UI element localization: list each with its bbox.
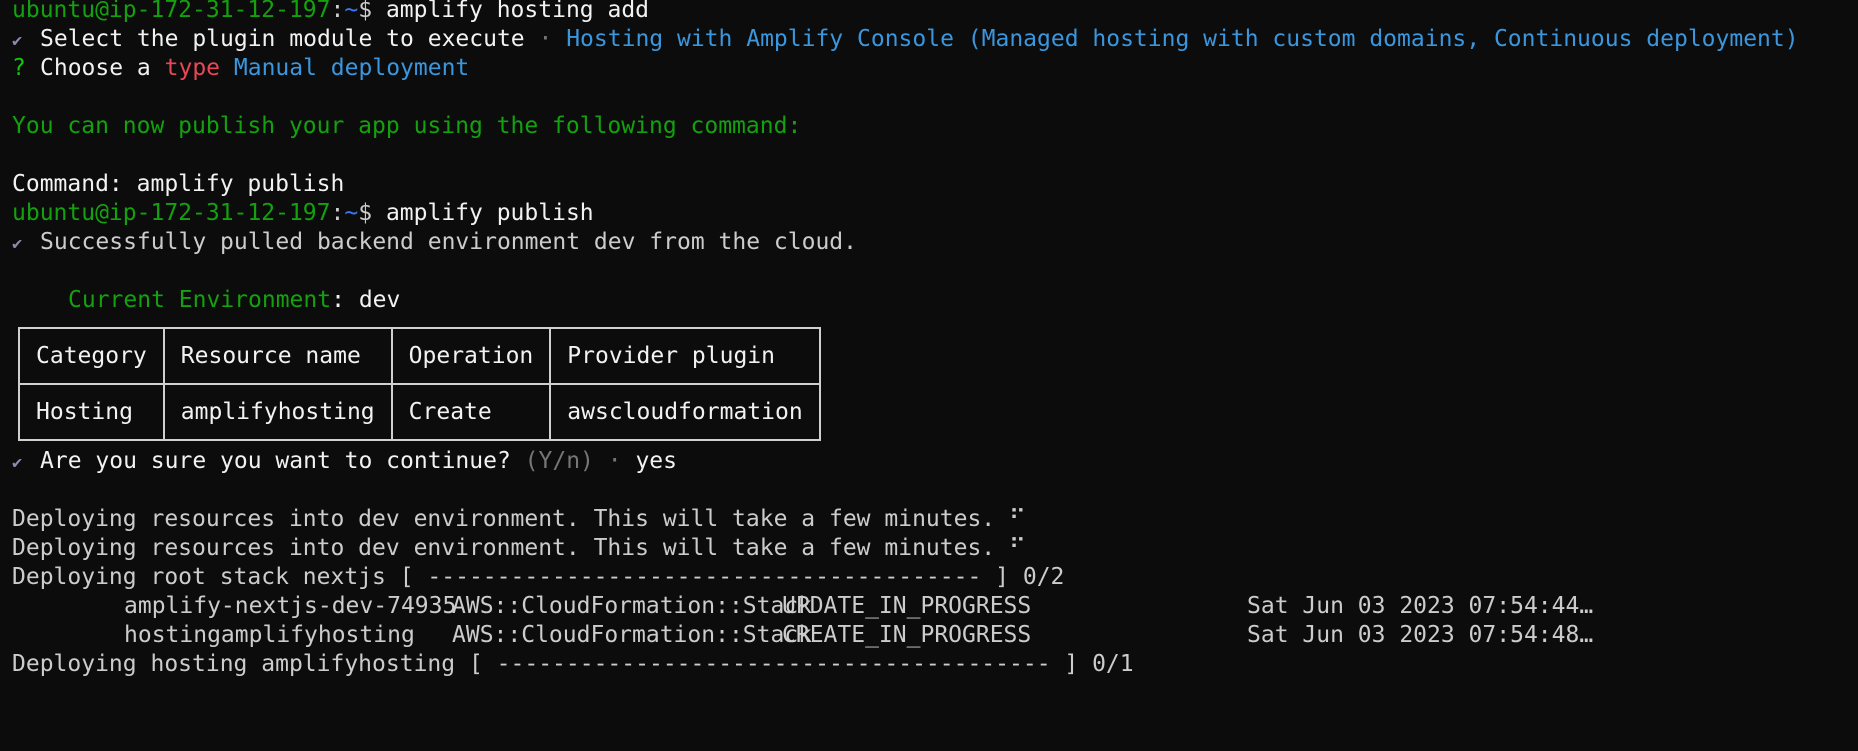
table-row: Hosting amplifyhosting Create awscloudfo… xyxy=(18,383,821,441)
stack-type: AWS::CloudFormation::Stack xyxy=(452,622,813,648)
current-env-label: Current Environment xyxy=(68,287,332,313)
table-header-cell: Resource name xyxy=(162,327,393,385)
table-cell: Create xyxy=(390,383,552,441)
question-icon: ? xyxy=(12,55,26,81)
prompt-separator: : xyxy=(330,200,345,226)
dot-separator: · xyxy=(593,448,636,474)
terminal-window[interactable]: ubuntu@ip-172-31-12-197:~$ amplify hosti… xyxy=(12,0,1848,751)
prompt-line-2: ubuntu@ip-172-31-12-197:~$ amplify publi… xyxy=(12,199,1848,228)
prompt-dollar: $ xyxy=(358,0,373,23)
stack-time: Sat Jun 03 2023 07:54:48… xyxy=(1247,622,1594,648)
check-icon: ✔ xyxy=(12,234,23,254)
command-text: amplify publish xyxy=(385,200,594,226)
hosting-progress: Deploying hosting amplifyhosting [ -----… xyxy=(12,651,1134,677)
check-icon: ✔ xyxy=(12,31,23,51)
table-header-cell: Provider plugin xyxy=(549,327,821,385)
table-cell: Hosting xyxy=(18,383,165,441)
stack-row: hostingamplifyhosting AWS::CloudFormatio… xyxy=(12,621,1848,650)
publish-hint: You can now publish your app using the f… xyxy=(12,113,802,139)
confirm-hint: (Y/n) xyxy=(510,448,594,474)
confirm-question: Are you sure you want to continue? xyxy=(40,448,511,474)
choose-type-word: type xyxy=(164,55,221,81)
stack-name: amplify-nextjs-dev-74935 xyxy=(124,593,457,619)
stack-name: hostingamplifyhosting xyxy=(124,622,415,648)
stack-status: UPDATE_IN_PROGRESS xyxy=(782,593,1032,619)
select-plugin-value: Hosting with Amplify Console (Managed ho… xyxy=(566,26,1799,52)
select-plugin-line: ✔ Select the plugin module to execute · H… xyxy=(12,25,1848,54)
choose-type-line: ? Choose a type Manual deployment xyxy=(12,54,1848,83)
table-header-cell: Operation xyxy=(390,327,552,385)
command-hint-line: Command: amplify publish xyxy=(12,171,345,197)
confirm-line: ✔ Are you sure you want to continue? (Y/n… xyxy=(12,447,1848,476)
check-icon: ✔ xyxy=(12,453,23,473)
deploying-message: Deploying resources into dev environment… xyxy=(12,535,1026,561)
choose-type-value: Manual deployment xyxy=(233,55,470,81)
root-stack-progress: Deploying root stack nextjs [ ----------… xyxy=(12,564,1065,590)
prompt-user-host: ubuntu@ip-172-31-12-197 xyxy=(12,200,331,226)
dot-separator: · xyxy=(524,26,567,52)
prompt-separator: : xyxy=(330,0,345,23)
select-plugin-label: Select the plugin module to execute xyxy=(40,26,525,52)
command-text: amplify hosting add xyxy=(385,0,650,23)
current-env-value: dev xyxy=(358,287,401,313)
stack-type: AWS::CloudFormation::Stack xyxy=(452,593,813,619)
table-header-row: Category Resource name Operation Provide… xyxy=(18,327,821,385)
stack-time: Sat Jun 03 2023 07:54:44… xyxy=(1247,593,1594,619)
confirm-answer: yes xyxy=(635,448,677,474)
prompt-path: ~ xyxy=(344,0,359,23)
resource-table: Category Resource name Operation Provide… xyxy=(18,327,821,441)
table-cell: awscloudformation xyxy=(549,383,821,441)
table-header-cell: Category xyxy=(18,327,165,385)
prompt-path: ~ xyxy=(344,200,359,226)
table-cell: amplifyhosting xyxy=(162,383,393,441)
stack-row: amplify-nextjs-dev-74935 AWS::CloudForma… xyxy=(12,592,1848,621)
prompt-dollar: $ xyxy=(358,200,373,226)
deploying-message: Deploying resources into dev environment… xyxy=(12,506,1026,532)
choose-prefix: Choose a xyxy=(40,55,165,81)
current-env-line: Current Environment: dev xyxy=(12,286,1848,315)
prompt-user-host: ubuntu@ip-172-31-12-197 xyxy=(12,0,331,23)
stack-status: CREATE_IN_PROGRESS xyxy=(782,622,1032,648)
pulled-line: ✔ Successfully pulled backend environment… xyxy=(12,228,1848,257)
pulled-message: Successfully pulled backend environment … xyxy=(40,229,857,255)
current-env-sep: : xyxy=(331,287,359,313)
prompt-line-1: ubuntu@ip-172-31-12-197:~$ amplify hosti… xyxy=(12,0,1848,25)
